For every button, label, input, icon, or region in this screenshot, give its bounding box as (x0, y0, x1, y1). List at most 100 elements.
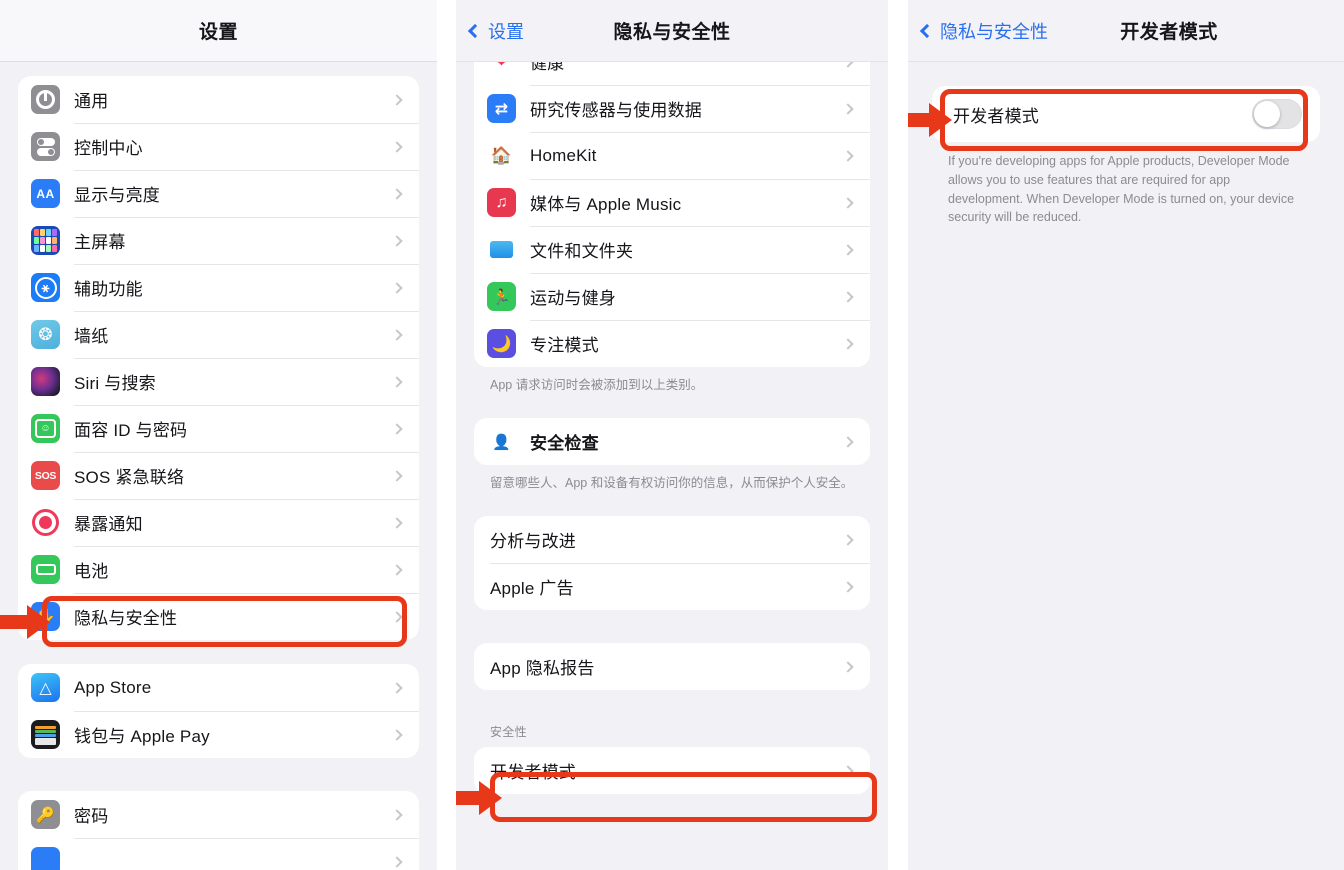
chevron-right-icon (391, 728, 403, 741)
privacy-scroll-area[interactable]: ❤ 健康 ⇄ 研究传感器与使用数据 🏠 HomeKit ♫ 媒体与 Apple … (456, 62, 888, 870)
privacy-permissions-footnote: App 请求访问时会被添加到以上类别。 (490, 378, 704, 392)
chevron-right-icon (842, 196, 854, 209)
settings-row-face-id[interactable]: ☺ 面容 ID 与密码 (18, 405, 419, 452)
settings-row-display-brightness[interactable]: AA 显示与亮度 (18, 170, 419, 217)
privacy-group-permissions: ❤ 健康 ⇄ 研究传感器与使用数据 🏠 HomeKit ♫ 媒体与 Apple … (474, 62, 870, 367)
page-title: 隐私与安全性 (613, 22, 731, 43)
chevron-right-icon (391, 516, 403, 529)
row-label: 密码 (74, 807, 109, 826)
settings-row-wallet-apple-pay[interactable]: 钱包与 Apple Pay (18, 711, 419, 758)
privacy-row-fitness[interactable]: 🏃 运动与健身 (474, 273, 870, 320)
chevron-right-icon (842, 581, 854, 593)
row-label: 电池 (74, 562, 109, 581)
chevron-right-icon (842, 534, 854, 546)
row-label: 开发者模式 (953, 106, 1039, 126)
settings-row-control-center[interactable]: 控制中心 (18, 123, 419, 170)
display-brightness-icon: AA (31, 179, 60, 208)
back-button[interactable]: 设置 (467, 0, 524, 62)
chevron-right-icon (391, 422, 403, 435)
safety-check-icon: 👤 (487, 427, 516, 457)
privacy-row-focus[interactable]: 🌙 专注模式 (474, 320, 870, 367)
settings-row-exposure-notifications[interactable]: 暴露通知 (18, 499, 419, 546)
settings-row-general[interactable]: 通用 (18, 76, 419, 123)
row-label: 安全检查 (530, 434, 599, 454)
mail-icon (31, 847, 60, 870)
row-label: 显示与亮度 (74, 186, 160, 205)
settings-nav-bar: 设置 (0, 0, 437, 62)
row-label: 专注模式 (530, 336, 599, 355)
row-label: 媒体与 Apple Music (530, 195, 682, 214)
arrow-to-devmode-toggle (908, 102, 952, 138)
privacy-group-app-privacy-report: App 隐私报告 (474, 643, 870, 691)
exposure-notification-icon (31, 508, 60, 537)
row-label: 暴露通知 (74, 515, 143, 534)
privacy-row-app-privacy-report[interactable]: App 隐私报告 (474, 643, 870, 690)
privacy-security-group-header: 安全性 (490, 725, 527, 740)
row-label: 健康 (530, 62, 565, 73)
privacy-row-health[interactable]: ❤ 健康 (474, 62, 870, 85)
toggle-knob (1254, 101, 1280, 127)
row-label: HomeKit (530, 145, 597, 165)
privacy-nav-bar: 设置 隐私与安全性 (456, 0, 888, 62)
chevron-right-icon (391, 563, 403, 576)
devmode-scroll-area[interactable]: 开发者模式 If you're developing apps for Appl… (908, 62, 1344, 870)
row-label: 文件和文件夹 (530, 242, 634, 261)
app-store-icon: △ (31, 673, 60, 702)
devmode-footnote: If you're developing apps for Apple prod… (948, 154, 1295, 225)
privacy-row-analytics[interactable]: 分析与改进 (474, 516, 870, 563)
settings-row-battery[interactable]: 电池 (18, 546, 419, 593)
chevron-right-icon (391, 808, 403, 821)
settings-row-emergency-sos[interactable]: SOS SOS 紧急联络 (18, 452, 419, 499)
settings-row-mail[interactable] (18, 838, 419, 870)
chevron-right-icon (842, 62, 854, 68)
chevron-right-icon (391, 610, 403, 623)
row-label: Apple 广告 (490, 579, 574, 599)
privacy-group-security: 开发者模式 (474, 747, 870, 795)
settings-scroll-area[interactable]: 通用 控制中心 AA 显示与亮度 主屏幕 ⚹ 辅助功能 ❂ 墙纸 Siri 与搜… (0, 62, 437, 870)
chevron-right-icon (842, 765, 854, 777)
back-button-label: 设置 (488, 22, 524, 42)
back-button[interactable]: 隐私与安全性 (919, 0, 1048, 62)
settings-row-wallpaper[interactable]: ❂ 墙纸 (18, 311, 419, 358)
back-button-label: 隐私与安全性 (940, 22, 1048, 42)
settings-group-2: △ App Store 钱包与 Apple Pay (18, 664, 419, 758)
chevron-right-icon (842, 337, 854, 350)
settings-row-siri-search[interactable]: Siri 与搜索 (18, 358, 419, 405)
page-title: 开发者模式 (1120, 22, 1218, 43)
fitness-icon: 🏃 (487, 282, 516, 311)
settings-row-home-screen[interactable]: 主屏幕 (18, 217, 419, 264)
chevron-right-icon (842, 661, 854, 673)
privacy-row-apple-advertising[interactable]: Apple 广告 (474, 563, 870, 610)
siri-icon (31, 367, 60, 396)
row-label: 运动与健身 (530, 289, 616, 308)
arrow-to-developer-mode-row (456, 780, 502, 816)
settings-row-app-store[interactable]: △ App Store (18, 664, 419, 711)
row-label: 主屏幕 (74, 233, 126, 252)
developer-mode-toggle[interactable] (1252, 99, 1302, 129)
developer-mode-panel: 隐私与安全性 开发者模式 开发者模式 If you're developing … (908, 0, 1344, 870)
privacy-safety-check-footnote: 留意哪些人、App 和设备有权访问你的信息，从而保护个人安全。 (490, 476, 854, 491)
settings-group-1: 通用 控制中心 AA 显示与亮度 主屏幕 ⚹ 辅助功能 ❂ 墙纸 Siri 与搜… (18, 76, 419, 640)
privacy-row-research-sensor[interactable]: ⇄ 研究传感器与使用数据 (474, 85, 870, 132)
row-label: 分析与改进 (490, 532, 576, 552)
devmode-toggle-row[interactable]: 开发者模式 (932, 86, 1320, 142)
control-center-icon (31, 132, 60, 161)
page-title: 设置 (198, 22, 238, 43)
privacy-row-homekit[interactable]: 🏠 HomeKit (474, 132, 870, 179)
row-label: App 隐私报告 (490, 659, 595, 679)
files-folder-icon (487, 235, 516, 264)
privacy-row-safety-check[interactable]: 👤 安全检查 (474, 418, 870, 465)
settings-row-passwords[interactable]: 🔑 密码 (18, 791, 419, 838)
row-label: SOS 紧急联络 (74, 468, 185, 487)
settings-row-privacy[interactable]: ✋ 隐私与安全性 (18, 593, 419, 640)
arrow-to-privacy-row (0, 604, 50, 640)
settings-row-accessibility[interactable]: ⚹ 辅助功能 (18, 264, 419, 311)
apple-music-icon: ♫ (487, 188, 516, 217)
privacy-row-apple-music[interactable]: ♫ 媒体与 Apple Music (474, 179, 870, 226)
row-label: Siri 与搜索 (74, 374, 156, 393)
privacy-row-files-folders[interactable]: 文件和文件夹 (474, 226, 870, 273)
wallpaper-icon: ❂ (31, 320, 60, 349)
health-heart-icon: ❤ (487, 62, 516, 76)
privacy-row-developer-mode[interactable]: 开发者模式 (474, 747, 870, 794)
settings-group-3: 🔑 密码 (18, 791, 419, 870)
